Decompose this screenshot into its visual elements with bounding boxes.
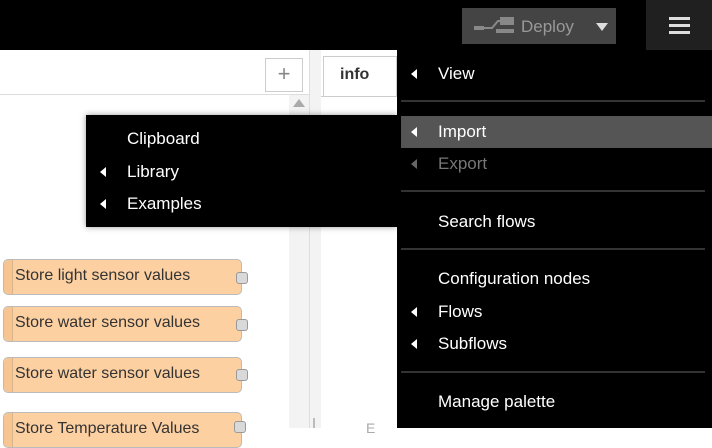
node-output-port[interactable]	[236, 369, 248, 381]
menu-item-label: Subflows	[438, 334, 507, 353]
menu-divider	[401, 371, 705, 373]
menu-item-view[interactable]: View	[397, 58, 712, 90]
menu-item-label: Export	[438, 154, 488, 173]
main-menu-dropdown: View Import Export Search flows Configur…	[397, 50, 712, 428]
menu-item-label: Import	[438, 122, 487, 141]
flow-node[interactable]: Store water sensor values	[3, 306, 242, 342]
caret-left-icon	[411, 69, 417, 79]
caret-left-icon	[100, 167, 106, 177]
node-left-box	[4, 413, 13, 447]
menu-item-label: View	[438, 64, 475, 83]
scroll-up-arrow-icon[interactable]	[293, 99, 305, 107]
caret-left-icon	[100, 199, 106, 209]
menu-item-export[interactable]: Export	[397, 148, 712, 180]
node-output-port[interactable]	[236, 272, 248, 284]
header-bar: Deploy	[0, 0, 712, 50]
submenu-item-examples[interactable]: Examples	[86, 188, 397, 220]
flow-node[interactable]: Store light sensor values	[3, 259, 242, 295]
hamburger-bar	[669, 24, 690, 27]
main-menu-button[interactable]	[646, 0, 712, 50]
deploy-button[interactable]: Deploy	[462, 8, 616, 44]
caret-left-icon	[411, 339, 417, 349]
menu-item-label: Configuration nodes	[438, 269, 591, 288]
menu-item-subflows[interactable]: Subflows	[397, 328, 712, 360]
deploy-label: Deploy	[521, 17, 574, 36]
flow-node[interactable]: Store water sensor values	[3, 357, 242, 393]
sidebar	[321, 50, 397, 428]
tab-info[interactable]: info	[323, 56, 397, 96]
sidebar-content-peek: E	[366, 420, 376, 436]
submenu-item-clipboard[interactable]: Clipboard	[86, 123, 397, 155]
hamburger-bar	[669, 31, 690, 34]
node-left-box	[4, 260, 13, 294]
node-label: Store light sensor values	[15, 267, 191, 284]
node-output-port[interactable]	[234, 421, 246, 433]
caret-left-icon	[411, 307, 417, 317]
node-label: Store Temperature Values	[15, 420, 200, 437]
import-submenu: Clipboard Library Examples	[86, 115, 397, 227]
sidebar-separator[interactable]	[309, 50, 321, 428]
menu-item-flows[interactable]: Flows	[397, 296, 712, 328]
hamburger-menu-icon	[669, 17, 690, 20]
node-left-box	[4, 307, 13, 341]
add-flow-tab-button[interactable]: +	[265, 58, 303, 92]
node-left-box	[4, 358, 13, 392]
flow-node[interactable]: Store Temperature Values	[3, 412, 242, 448]
submenu-item-library[interactable]: Library	[86, 156, 397, 188]
submenu-item-label: Library	[127, 162, 179, 181]
menu-divider	[401, 248, 705, 250]
menu-divider	[401, 190, 705, 192]
submenu-item-label: Examples	[127, 194, 202, 213]
node-label: Store water sensor values	[15, 314, 200, 331]
workspace-tab-bar: +	[0, 50, 310, 95]
menu-item-label: Flows	[438, 302, 483, 321]
menu-item-manage-palette[interactable]: Manage palette	[397, 386, 712, 418]
menu-item-configuration-nodes[interactable]: Configuration nodes	[397, 263, 712, 295]
sidebar-tab-underline	[321, 96, 397, 97]
menu-item-search-flows[interactable]: Search flows	[397, 206, 712, 238]
caret-left-icon	[411, 127, 417, 137]
submenu-item-label: Clipboard	[127, 129, 200, 148]
menu-item-label: Search flows	[438, 212, 536, 231]
node-output-port[interactable]	[236, 319, 248, 331]
menu-divider	[401, 100, 705, 102]
node-label: Store water sensor values	[15, 365, 200, 382]
caret-left-icon	[411, 159, 417, 169]
menu-item-label: Manage palette	[438, 392, 556, 411]
menu-item-import[interactable]: Import	[401, 116, 712, 148]
caret-down-icon[interactable]	[596, 23, 608, 31]
separator-grip[interactable]	[313, 418, 315, 428]
deploy-flow-icon	[474, 17, 514, 33]
